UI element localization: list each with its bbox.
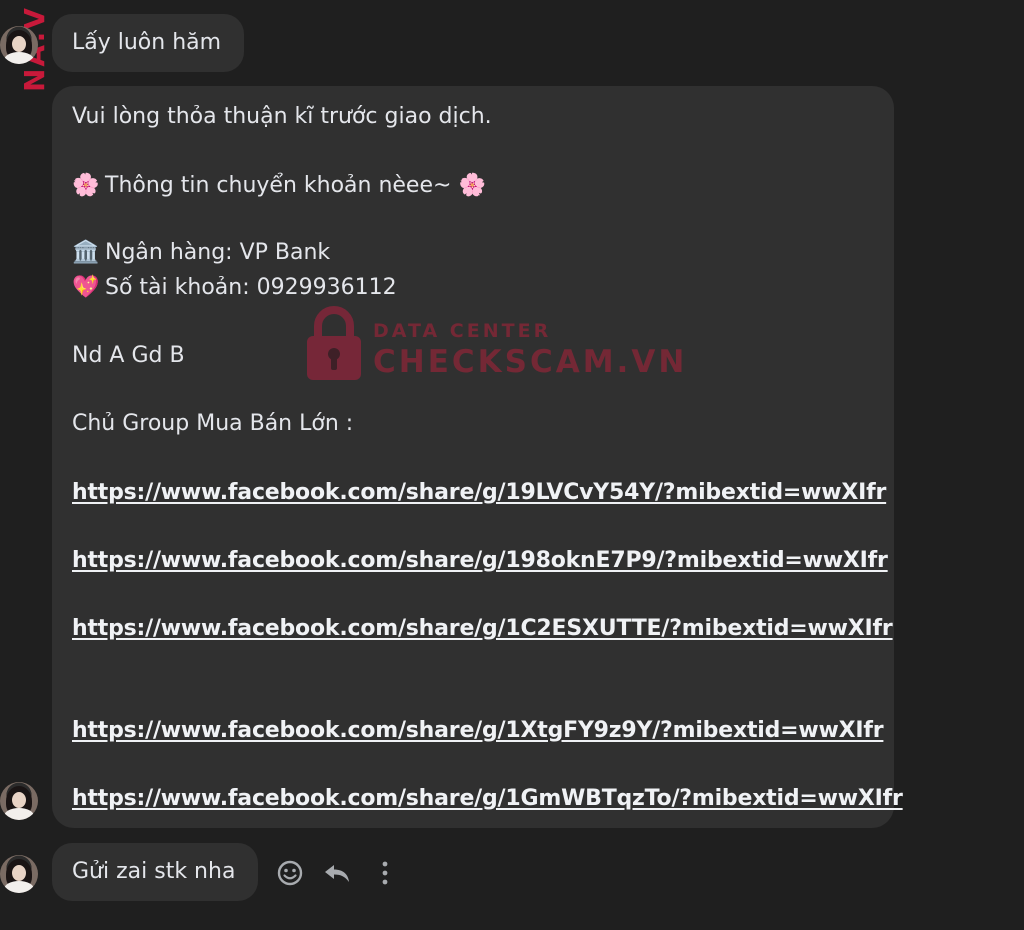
group-link[interactable]: https://www.facebook.com/share/g/1XtgFY9… [72,714,884,748]
sparkling-heart-icon: 💖 [72,275,100,300]
reply-icon[interactable] [323,859,351,887]
avatar[interactable] [0,26,38,64]
group-link[interactable]: https://www.facebook.com/share/g/19LVCvY… [72,476,886,510]
message-text: Lấy luôn hăm [72,30,222,55]
cherry-blossom-icon: 🌸 [458,173,486,198]
bank-text: Ngân hàng: VP Bank [105,240,331,265]
transfer-title-line: 🌸 Thông tin chuyển khoản nèee~ 🌸 [72,169,486,203]
message-bubble[interactable]: Gửi zai stk nha [52,843,258,901]
transfer-content: Nd A Gd B [72,343,185,368]
bank-icon: 🏛️ [72,240,100,265]
message-bubble-main[interactable]: Vui lòng thỏa thuận kĩ trước giao dịch. … [52,86,903,828]
account-text: Số tài khoản: 0929936112 [105,275,397,300]
avatar[interactable] [0,855,38,893]
group-link[interactable]: https://www.facebook.com/share/g/198oknE… [72,544,888,578]
account-line: 💖 Số tài khoản: 0929936112 [72,271,397,305]
group-link[interactable]: https://www.facebook.com/share/g/1C2ESXU… [72,612,893,646]
watermark-line2: CHECKSCAM.VN [373,344,688,380]
message-text: Gửi zai stk nha [72,859,236,884]
message-bubble[interactable]: Lấy luôn hăm [52,14,244,72]
transfer-title: Thông tin chuyển khoản nèee~ [105,173,452,198]
lock-icon [307,306,361,380]
bank-line: 🏛️ Ngân hàng: VP Bank [72,236,330,270]
more-vertical-icon[interactable] [371,859,399,887]
group-title: Chủ Group Mua Bán Lớn : [72,411,354,436]
cherry-blossom-icon: 🌸 [72,173,100,198]
avatar[interactable] [0,782,38,820]
watermark-line1: DATA CENTER [373,320,552,342]
message-line: Vui lòng thỏa thuận kĩ trước giao dịch. [72,104,492,129]
smiley-icon[interactable] [276,859,304,887]
group-link[interactable]: https://www.facebook.com/share/g/1GmWBTq… [72,782,903,816]
